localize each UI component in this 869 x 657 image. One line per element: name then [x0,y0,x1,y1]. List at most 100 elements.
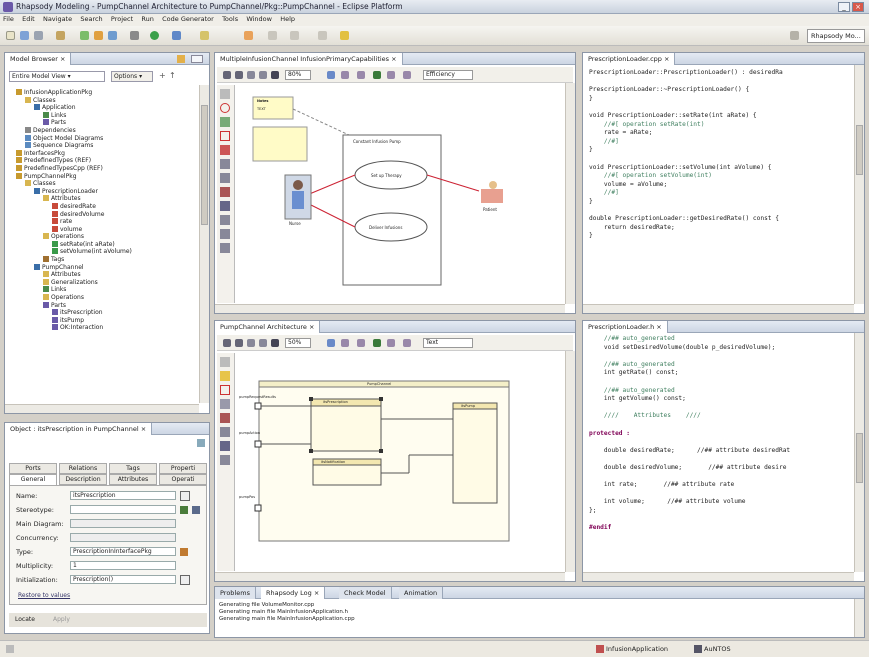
menu-window[interactable]: Window [243,14,275,24]
tab-attributes[interactable]: Attributes [109,474,157,485]
run-icon[interactable] [150,31,159,40]
use-case-hscroll[interactable] [215,304,565,313]
connector-icon[interactable] [387,71,395,79]
part-pump[interactable] [452,402,498,504]
zoom-select[interactable]: 80% [285,70,311,80]
initialization-field[interactable]: Prescription() [70,575,176,584]
model-tree-hscrollbar[interactable] [5,404,199,413]
patient-actor[interactable] [481,189,503,203]
external-tools-icon[interactable] [172,31,181,40]
tree-item[interactable]: Classes [7,96,199,105]
tab-check-model[interactable]: Check Model [339,587,392,599]
compile-icon[interactable] [80,31,89,40]
type-field[interactable]: PrescriptionInInterfacePkg [70,547,176,556]
arch-filter-icon[interactable] [403,339,411,347]
tree-item[interactable]: Links [7,286,199,294]
sync-icon[interactable] [177,55,185,63]
tree-item[interactable]: Object Model Diagrams [7,134,199,143]
architecture-hscroll[interactable] [215,572,565,581]
maximize-icon[interactable] [191,55,203,63]
tree-item[interactable]: desiredVolume [7,210,199,219]
actor-tool-icon[interactable] [220,117,230,127]
class-tool-icon[interactable] [220,385,230,395]
flow-port-tool-icon[interactable] [220,427,230,437]
arch-grid-icon[interactable] [271,339,279,347]
initialization-edit-icon[interactable] [180,575,190,585]
tree-item[interactable]: setRate(int aRate) [7,240,199,249]
tree-item[interactable]: Application [7,104,199,112]
cpp-code-text[interactable]: PrescriptionLoader::PrescriptionLoader()… [589,69,852,241]
tab-use-case-diagram[interactable]: MultipleInfusionChannel InfusionPrimaryC… [215,53,403,65]
association-tool-icon[interactable] [220,145,230,155]
port-tool-icon[interactable] [220,413,230,423]
use-case-tool-icon[interactable] [220,103,230,113]
boundary-tool-icon[interactable] [220,131,230,141]
tree-item[interactable]: PredefinedTypesCpp (REF) [7,164,199,173]
tree-item[interactable]: setVolume(int aVolume) [7,248,199,256]
tree-item[interactable]: Attributes [7,195,199,203]
tree-item[interactable]: PrescriptionLoader [7,187,199,196]
zoom-in-icon[interactable] [223,71,231,79]
line-tool-icon[interactable] [220,201,230,211]
tree-item[interactable]: Dependencies [7,126,199,135]
menu-code-generator[interactable]: Code Generator [159,14,217,24]
type-browse-icon[interactable] [180,548,188,556]
zoom-fit-icon[interactable] [247,71,255,79]
menu-project[interactable]: Project [108,14,136,24]
tab-tags[interactable]: Tags [109,463,157,474]
architecture-canvas[interactable]: PumpChannel itsPrescription itsPump itsN… [239,355,564,567]
tab-animation[interactable]: Animation [399,587,444,599]
system-boundary[interactable] [342,134,442,286]
nav-history-icon[interactable] [318,31,327,40]
h-hscroll[interactable] [583,572,854,581]
text-tool-icon[interactable] [220,229,230,239]
fast-view-icon[interactable] [6,645,14,653]
h-vscroll[interactable] [854,333,864,572]
close-button[interactable]: × [852,2,864,12]
tree-item[interactable]: Operations [7,294,199,302]
tree-item[interactable]: itsPrescription [7,309,199,317]
arch-connector-icon[interactable] [387,339,395,347]
select-tool-icon[interactable] [220,89,230,99]
tree-item[interactable]: InfusionApplicationPkg [7,89,199,97]
tree-item[interactable]: Operations [7,233,199,241]
minimize-button[interactable]: _ [838,2,850,12]
tree-item[interactable]: rate [7,218,199,226]
log-vscroll[interactable] [854,599,864,637]
layout-icon[interactable] [327,71,335,79]
tab-model-browser[interactable]: Model Browser × [5,53,72,65]
apply-button[interactable]: Apply [53,616,70,623]
tree-item[interactable]: Generalizations [7,278,199,287]
tree-item[interactable]: desiredRate [7,202,199,211]
requirement-note[interactable] [252,126,308,162]
tree-item[interactable]: PredefinedTypes (REF) [7,157,199,165]
locate-button[interactable]: Locate [15,616,35,623]
flow-tool-icon[interactable] [220,187,230,197]
expand-icon[interactable]: + [159,71,166,80]
arch-align-icon[interactable] [341,339,349,347]
cpp-hscroll[interactable] [583,304,854,313]
arch-font-select[interactable]: Text [423,338,473,348]
arch-zoom-fit-icon[interactable] [247,339,255,347]
arch-pan-icon[interactable] [259,339,267,347]
save-icon[interactable] [20,31,29,40]
note-tool-icon[interactable] [220,215,230,225]
part-prescription[interactable] [310,398,382,452]
use-case-canvas[interactable]: Notes TEXT Constant Infusion Pump Set up… [239,87,564,299]
name-field[interactable]: itsPrescription [70,491,176,500]
model-tree-scrollbar[interactable] [199,85,209,403]
generate-icon[interactable] [94,31,103,40]
tab-properties-sub[interactable]: Properti [159,463,207,474]
font-select[interactable]: Efficiency [423,70,473,80]
print-icon[interactable] [34,31,43,40]
cpp-vscroll[interactable] [854,65,864,304]
debug-icon[interactable] [130,31,139,40]
name-edit-icon[interactable] [180,491,190,501]
stereotype-field[interactable] [70,505,176,514]
restore-link[interactable]: Restore to values [18,592,70,599]
main-diagram-field[interactable] [70,519,176,528]
stereotype-browse-icon[interactable] [192,506,200,514]
tab-relations[interactable]: Relations [59,463,107,474]
tab-cpp-file[interactable]: PrescriptionLoader.cpp × [583,53,676,65]
tree-item[interactable]: PumpChannelPkg [7,172,199,181]
